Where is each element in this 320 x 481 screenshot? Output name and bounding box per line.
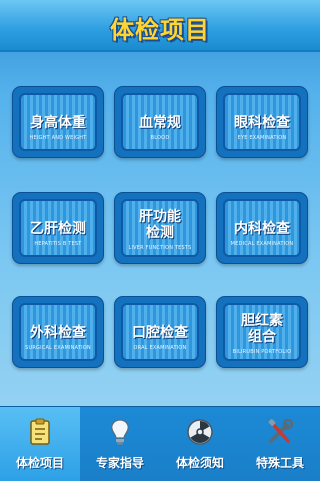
tile-sublabel: MEDICAL EXAMINATION [230,241,294,247]
tile-oral-exam[interactable]: 口腔检查 ORAL EXAMINATION [114,296,206,368]
tile-sublabel: HEPATITIS B TEST [34,241,82,247]
tools-icon [268,418,294,443]
tile-label: 口腔检查 [132,325,188,341]
clipboard-icon [30,418,50,445]
tab-exam-items[interactable]: 体检项目 [0,407,80,481]
tab-label: 体检项目 [15,456,64,470]
tile-sublabel: ORAL EXAMINATION [133,345,187,351]
tile-label: 乙肝检测 [30,221,86,237]
tile-sublabel: EYE EXAMINATION [237,135,287,141]
tile-label: 内科检查 [234,221,290,237]
tile-hepatitis-b[interactable]: 乙肝检测 HEPATITIS B TEST [12,192,104,264]
tile-sublabel: SURGICAL EXAMINATION [25,345,91,351]
tab-exam-notes[interactable]: 体检须知 [160,407,240,481]
lightbulb-icon [111,419,129,445]
tile-sublabel: BILIRUBIN PORTFOLIO [232,349,292,355]
tile-sublabel: LIVER FUNCTION TESTS [128,245,192,251]
tab-special-tools[interactable]: 特殊工具 [240,407,320,481]
tile-eye-exam[interactable]: 眼科检查 EYE EXAMINATION [216,86,308,158]
tile-label: 血常规 [139,115,181,131]
bottom-tab-bar: 体检项目 专家指导 体检须知 特殊工具 [0,406,320,481]
tile-label: 胆红素 [241,313,283,329]
tile-surgical-exam[interactable]: 外科检查 SURGICAL EXAMINATION [12,296,104,368]
tile-label: 眼科检查 [234,115,290,131]
tile-label: 身高体重 [30,115,86,131]
tile-label-line2: 检测 [146,225,174,241]
tile-label-line2: 组合 [248,329,276,345]
tab-expert-guide[interactable]: 专家指导 [80,407,160,481]
tile-sublabel: HEIGHT AND WEIGHT [29,135,87,141]
tile-height-weight[interactable]: 身高体重 HEIGHT AND WEIGHT [12,86,104,158]
radiation-icon [187,419,213,445]
tab-label: 专家指导 [95,456,144,470]
tile-blood[interactable]: 血常规 BLOOD [114,86,206,158]
tile-medical-exam[interactable]: 内科检查 MEDICAL EXAMINATION [216,192,308,264]
tile-sublabel: BLOOD [150,135,170,141]
tile-bilirubin[interactable]: 胆红素 组合 BILIRUBIN PORTFOLIO [216,296,308,368]
tile-label: 肝功能 [139,209,181,225]
tile-label: 外科检查 [30,325,86,341]
exam-grid: 身高体重 HEIGHT AND WEIGHT 血常规 BLOOD 眼科检查 EY… [0,0,320,420]
tile-liver-function[interactable]: 肝功能 检测 LIVER FUNCTION TESTS [114,192,206,264]
tab-label: 体检须知 [175,456,224,470]
tab-label: 特殊工具 [255,456,304,470]
